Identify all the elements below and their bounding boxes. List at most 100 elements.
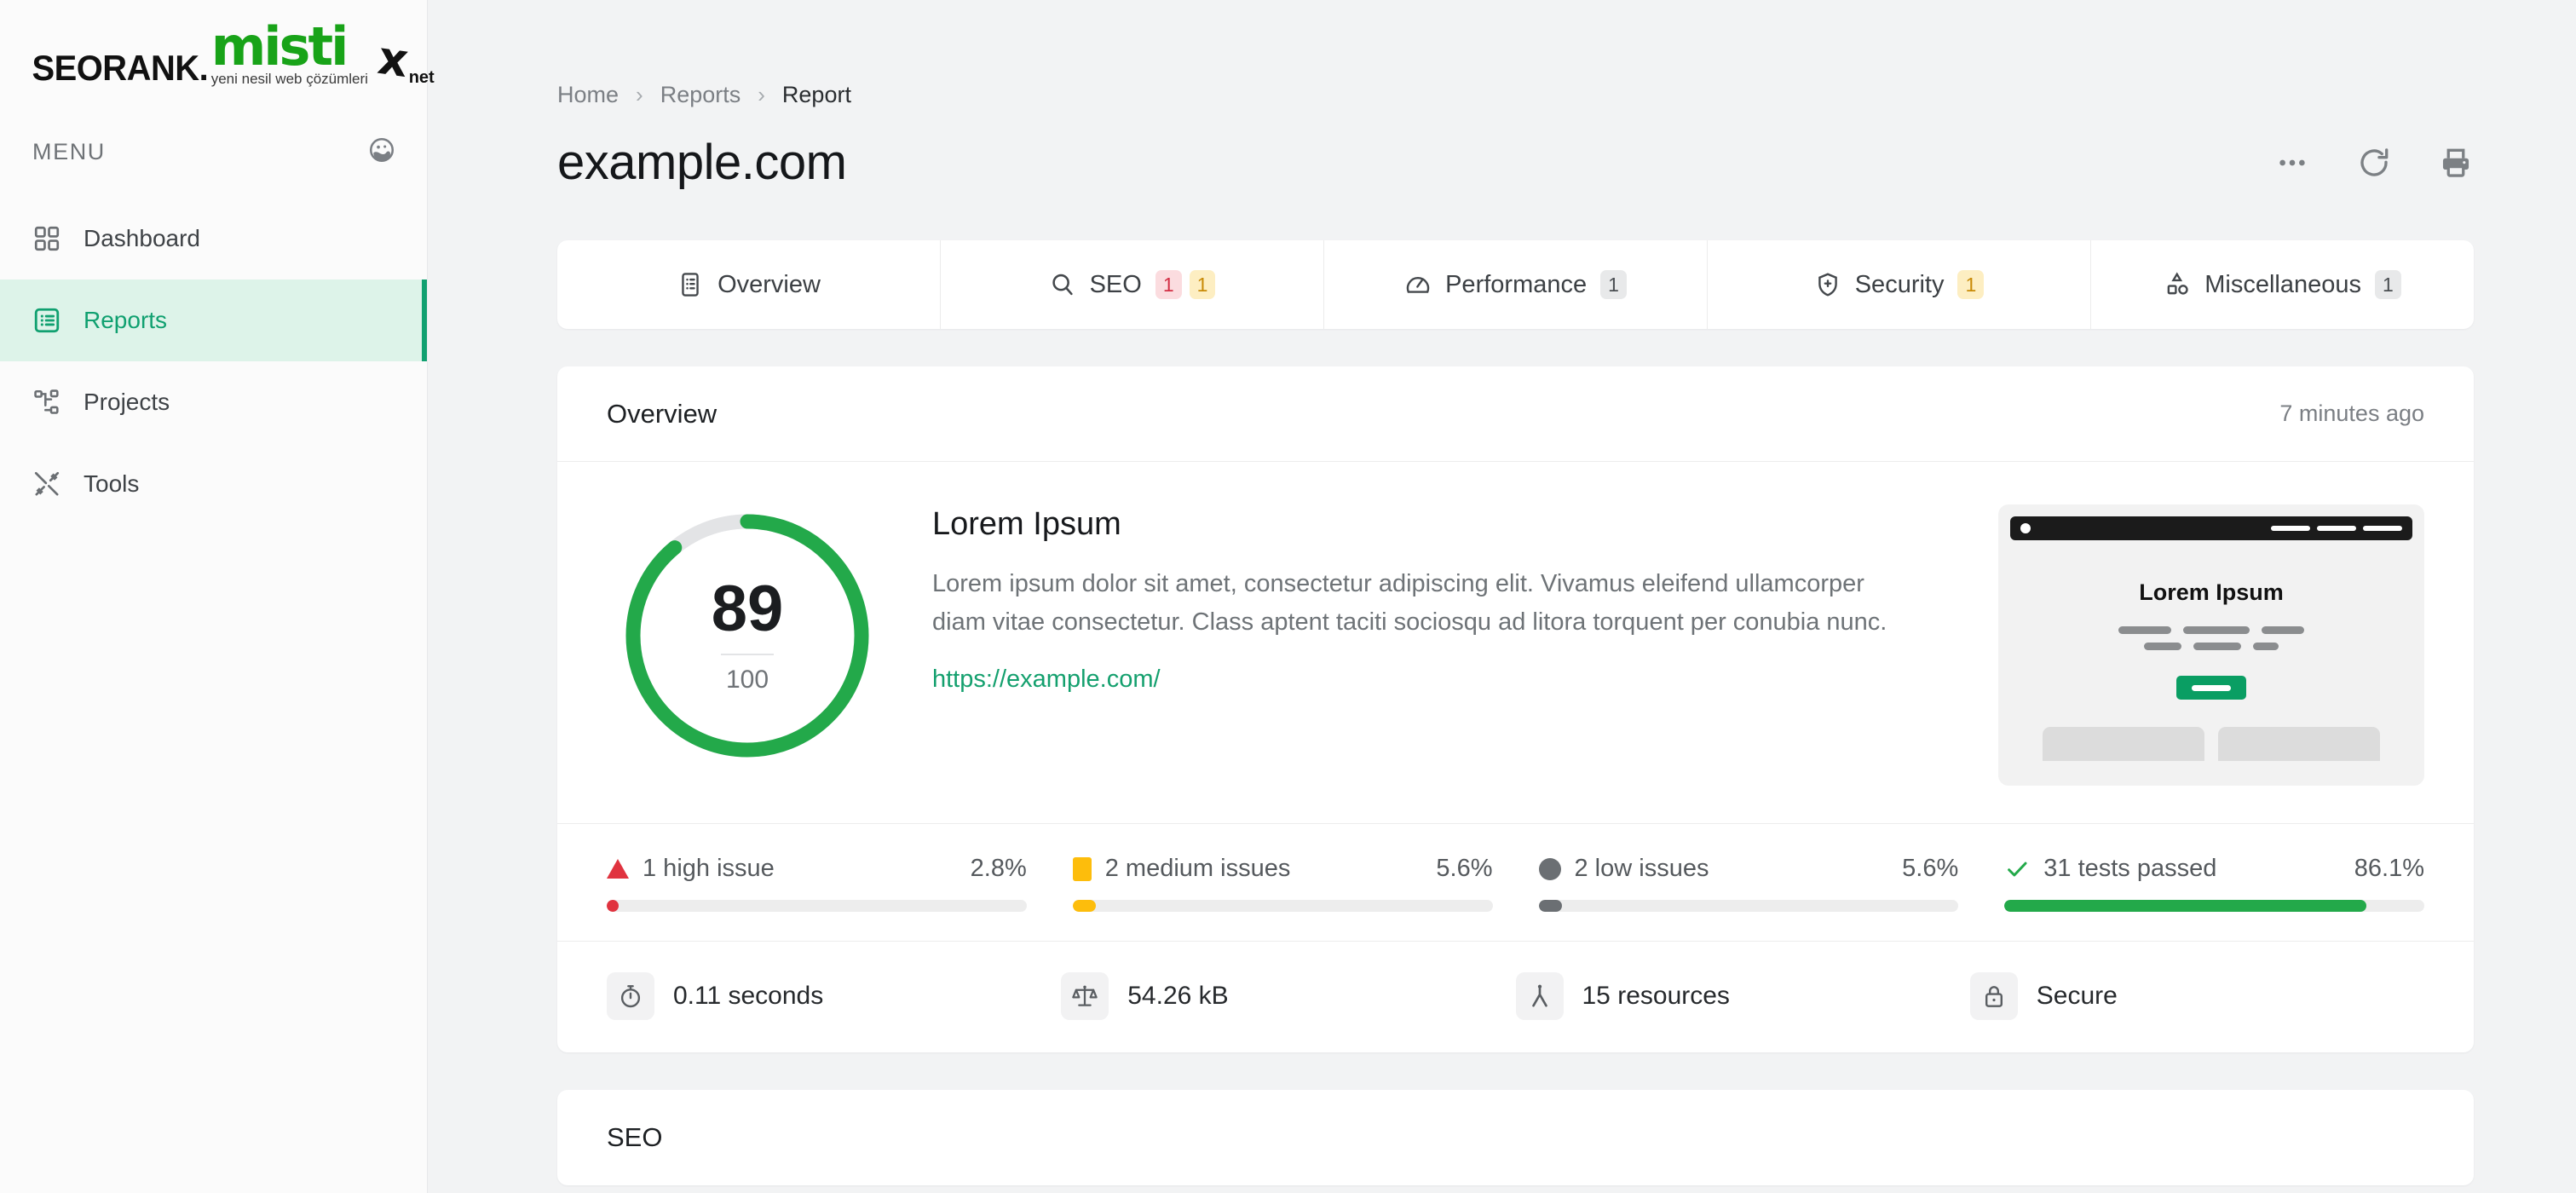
placeholder-line xyxy=(2118,626,2171,634)
thumbnail-dot-icon xyxy=(2020,523,2031,533)
page-header: example.com xyxy=(428,108,2576,191)
tab-label: Miscellaneous xyxy=(2204,270,2361,298)
logo[interactable]: SEORANK. misti yeni nesil web çözümleri … xyxy=(0,0,434,111)
sidebar-item-label: Projects xyxy=(84,389,170,415)
sidebar-item-label: Reports xyxy=(84,307,168,333)
metric-page-weight: 54.26 kB xyxy=(1061,972,1515,1020)
placeholder-card xyxy=(2043,727,2204,761)
metric-label: 0.11 seconds xyxy=(673,982,824,1010)
placeholder-line xyxy=(2262,626,2304,634)
sidebar-item-label: Dashboard xyxy=(84,225,200,251)
tab-label: SEO xyxy=(1089,270,1142,298)
issue-progress-fill xyxy=(607,900,619,912)
sidebar-item-projects[interactable]: Projects xyxy=(0,361,427,443)
issue-percent: 86.1% xyxy=(2354,855,2424,882)
issue-progress-bar xyxy=(1538,900,1959,912)
placeholder-card xyxy=(2218,727,2380,761)
shield-plus-icon xyxy=(1814,271,1841,298)
tab-miscellaneous[interactable]: Miscellaneous 1 xyxy=(2091,240,2474,329)
breadcrumb: Home › Reports › Report xyxy=(428,0,2576,108)
sidebar-item-tools[interactable]: Tools xyxy=(0,443,427,525)
resources-icon xyxy=(1526,983,1553,1010)
lock-icon xyxy=(1980,983,2008,1010)
issue-high: 1 high issue 2.8% xyxy=(607,855,1073,912)
report-doc-icon xyxy=(677,271,704,298)
score-total: 100 xyxy=(725,666,769,694)
refresh-icon[interactable] xyxy=(2356,145,2392,181)
thumbnail-cards xyxy=(2010,727,2412,761)
sidebar-item-reports[interactable]: Reports xyxy=(0,280,427,361)
placeholder-line xyxy=(2144,643,2181,650)
issue-label: 1 high issue xyxy=(643,855,775,882)
sidebar-item-label: Tools xyxy=(84,470,140,497)
sidebar-nav: Dashboard Reports Projects Tools xyxy=(0,198,427,525)
sidebar-item-dashboard[interactable]: Dashboard xyxy=(0,198,427,280)
list-box-icon xyxy=(32,306,61,335)
print-icon[interactable] xyxy=(2438,145,2474,181)
issue-label: 2 medium issues xyxy=(1104,855,1291,882)
issue-percent: 2.8% xyxy=(970,855,1027,882)
metric-icon-wrap xyxy=(1061,972,1109,1020)
overview-card: Overview 7 minutes ago 89 100 Lorem Ipsu… xyxy=(557,366,2474,1052)
logo-seorank-text: SEORANK. xyxy=(32,47,209,88)
metric-resources: 15 resources xyxy=(1515,972,1970,1020)
issue-progress-fill xyxy=(2004,900,2366,912)
seo-card-header: SEO xyxy=(557,1090,2474,1185)
scales-icon xyxy=(1071,983,1098,1010)
tab-overview[interactable]: Overview xyxy=(557,240,941,329)
stopwatch-icon xyxy=(617,983,644,1010)
metric-security: Secure xyxy=(1969,972,2424,1020)
score-gauge-wrap: 89 100 xyxy=(607,501,888,764)
metric-label: Secure xyxy=(2036,982,2118,1010)
issue-progress-bar xyxy=(607,900,1027,912)
chevron-right-icon: › xyxy=(636,82,643,107)
menu-label: MENU xyxy=(32,138,106,164)
metric-load-time: 0.11 seconds xyxy=(607,972,1061,1020)
check-icon xyxy=(2004,856,2030,882)
face-circle-icon[interactable] xyxy=(367,135,396,169)
status-badge-count: 1 xyxy=(2374,270,2401,299)
issues-summary: 1 high issue 2.8% 2 medium issues 5.6% 2… xyxy=(557,823,2474,941)
placeholder-line xyxy=(2363,526,2402,531)
thumbnail-title: Lorem Ipsum xyxy=(2139,579,2284,605)
metric-icon-wrap xyxy=(1515,972,1564,1020)
site-thumbnail[interactable]: Lorem Ipsum xyxy=(1998,504,2424,786)
score-value: 89 xyxy=(711,573,784,645)
issue-percent: 5.6% xyxy=(1902,855,1959,882)
page-actions xyxy=(2274,145,2474,181)
issue-progress-fill xyxy=(1072,900,1097,912)
report-tabs: Overview SEO 1 1 Performance 1 Security … xyxy=(557,240,2474,329)
tab-seo[interactable]: SEO 1 1 xyxy=(941,240,1324,329)
placeholder-line xyxy=(2253,643,2279,650)
metric-label: 54.26 kB xyxy=(1127,982,1229,1010)
more-horizontal-icon[interactable] xyxy=(2274,145,2310,181)
breadcrumb-item-reports[interactable]: Reports xyxy=(660,82,741,108)
issue-passed: 31 tests passed 86.1% xyxy=(2004,855,2424,912)
overview-card-header: Overview 7 minutes ago xyxy=(557,366,2474,462)
speedometer-icon xyxy=(1404,271,1432,298)
issue-label: 2 low issues xyxy=(1574,855,1709,882)
issue-progress-fill xyxy=(1538,900,1563,912)
tab-security[interactable]: Security 1 xyxy=(1708,240,2091,329)
site-url-link[interactable]: https://example.com/ xyxy=(932,666,1161,694)
status-badge-count: 1 xyxy=(1600,270,1627,299)
thumbnail-cta-button xyxy=(2176,676,2246,700)
thumbnail-browser-bar xyxy=(2010,516,2412,540)
tab-label: Overview xyxy=(717,270,821,298)
issue-label: 31 tests passed xyxy=(2043,855,2217,882)
app-root: SEORANK. misti yeni nesil web çözümleri … xyxy=(0,0,2576,1193)
overview-summary: Lorem Ipsum Lorem ipsum dolor sit amet, … xyxy=(888,501,1998,694)
tab-label: Security xyxy=(1854,270,1945,298)
placeholder-line xyxy=(2193,643,2241,650)
breadcrumb-item-report: Report xyxy=(781,82,851,107)
thumbnail-nav-placeholder xyxy=(2271,526,2402,531)
metrics-row: 0.11 seconds 54.26 kB 15 resources Secur… xyxy=(557,941,2474,1052)
metric-icon-wrap xyxy=(1969,972,2018,1020)
tab-performance[interactable]: Performance 1 xyxy=(1324,240,1708,329)
logo-tagline: yeni nesil web çözümleri xyxy=(210,70,368,87)
breadcrumb-item-home[interactable]: Home xyxy=(557,82,619,108)
circle-low-icon xyxy=(1538,857,1561,880)
tab-badges: 1 1 xyxy=(1155,270,1216,299)
thumbnail-text-placeholder xyxy=(2010,643,2412,650)
thumbnail-body: Lorem Ipsum xyxy=(2010,540,2412,761)
